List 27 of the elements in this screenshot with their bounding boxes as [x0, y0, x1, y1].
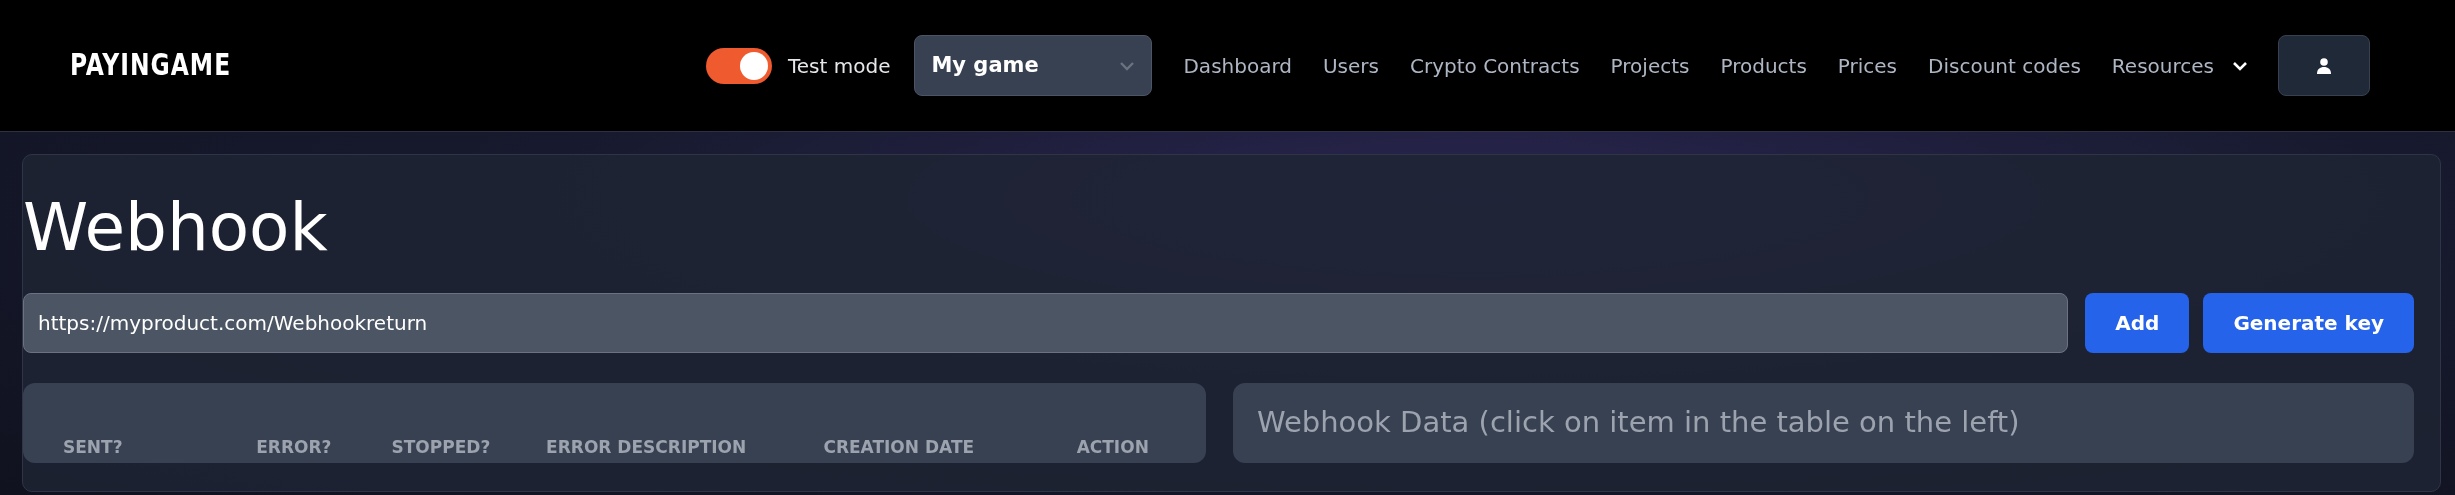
chevron-down-icon: [2232, 60, 2248, 71]
webhook-data-title: Webhook Data (click on item in the table on the left): [1257, 403, 2021, 441]
chevron-down-icon: [1119, 60, 1136, 71]
user-icon: [2317, 57, 2331, 74]
add-button[interactable]: Add: [2085, 292, 2190, 353]
column-header: ACTION: [1076, 437, 1149, 458]
logo[interactable]: PAYINGAME: [70, 43, 232, 88]
nav-link[interactable]: Products: [1720, 50, 1807, 81]
nav-dropdown[interactable]: Resources: [2111, 50, 2248, 81]
nav-link[interactable]: Prices: [1837, 50, 1898, 81]
column-header: STOPPED?: [391, 437, 491, 458]
column-header: ERROR DESCRIPTION: [546, 437, 747, 458]
column-header: CREATION DATE: [823, 437, 975, 458]
generate-key-button[interactable]: Generate key: [2203, 292, 2414, 353]
column-header: ERROR?: [256, 437, 332, 458]
nav-link[interactable]: Projects: [1610, 50, 1690, 81]
user-button[interactable]: [2278, 35, 2370, 96]
page-title: Webhook: [23, 188, 329, 268]
url-input-field[interactable]: https://myproduct.com/Webhookreturn: [23, 292, 2069, 353]
test-mode-label: Test mode: [788, 52, 891, 80]
nav-link[interactable]: Users: [1323, 50, 1379, 81]
test-mode-toggle[interactable]: [706, 47, 772, 84]
nav-link[interactable]: Crypto Contracts: [1410, 50, 1580, 81]
nav-link[interactable]: Dashboard: [1183, 50, 1292, 81]
project-select[interactable]: My game: [914, 35, 1153, 96]
nav-link[interactable]: Discount codes: [1928, 50, 2081, 81]
column-header: SENT?: [63, 437, 123, 458]
